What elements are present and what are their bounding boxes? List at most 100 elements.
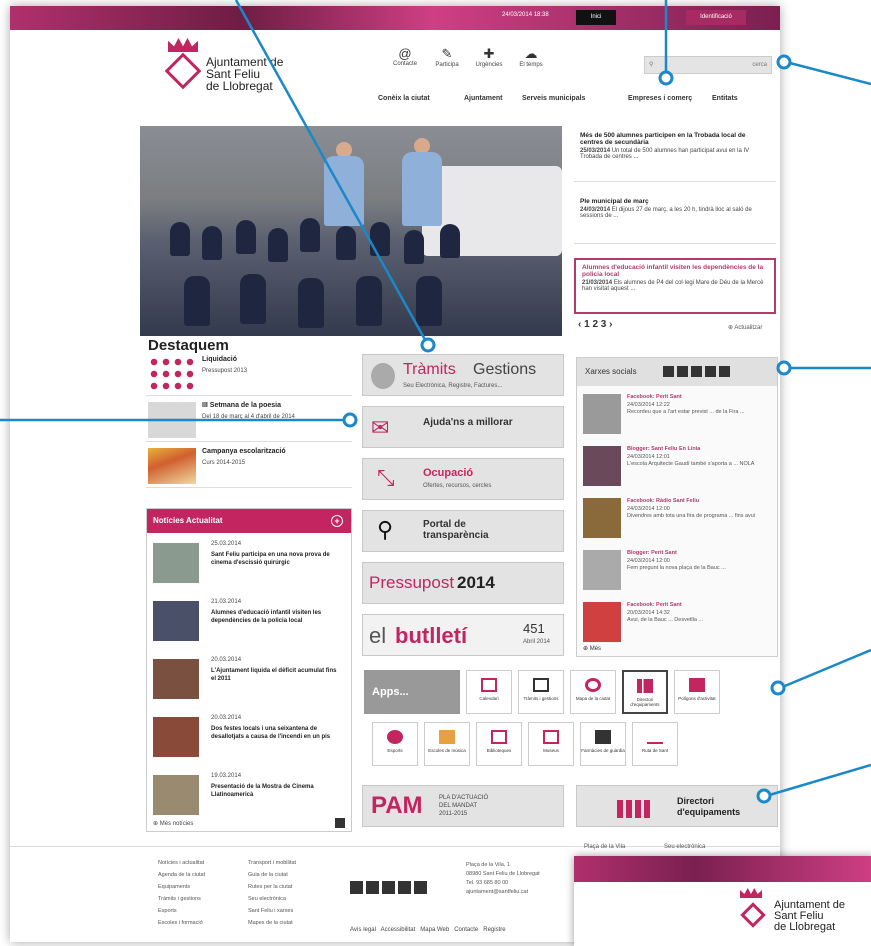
youtube-icon[interactable] xyxy=(398,881,411,894)
tramits-banner[interactable]: Tràmits Gestions Seu Electrònica, Regist… xyxy=(362,354,564,396)
inset-preview: Plaça de la Vila Seu electrònica Ajuntam… xyxy=(574,844,871,946)
search-button[interactable]: cerca xyxy=(752,57,767,73)
butlleti-banner[interactable]: el butlletí 451 Abril 2014 xyxy=(362,614,564,656)
pam-banner[interactable]: PAM PLA D'ACTUACIÓ DEL MANDAT 2011-2015 xyxy=(362,785,564,827)
search-icon[interactable] xyxy=(335,818,345,828)
pam-title: PAM xyxy=(371,792,423,819)
refresh-link[interactable]: ⊕ Actualitzar xyxy=(728,324,762,331)
app-calendari[interactable]: Calendari xyxy=(466,670,512,714)
plus-icon[interactable]: + xyxy=(331,515,343,527)
xarxes-header: Xarxes socials xyxy=(577,358,777,386)
ocupacio-banner[interactable]: ⤡ Ocupació Ofertes, recursos, cercles xyxy=(362,458,564,500)
butlleti-el: el xyxy=(369,623,387,648)
directori-banner[interactable]: Directori d'equipaments xyxy=(576,785,778,827)
footer-link[interactable]: Mapes de la ciutat xyxy=(248,917,296,929)
pressupost-banner[interactable]: Pressupost 2014 xyxy=(362,562,564,604)
social-thumb xyxy=(583,394,621,434)
destaquem-item[interactable]: Liquidació Pressupost 2013 xyxy=(146,354,352,396)
music-icon xyxy=(439,730,455,744)
more-news-link[interactable]: ⊕ Més notícies xyxy=(153,818,345,828)
nav-icon-temps[interactable]: ☁ El temps xyxy=(512,46,550,68)
footer-link[interactable]: Sant Feliu i xarxes xyxy=(248,905,296,917)
app-farmacies[interactable]: Farmàcies de guàrdia xyxy=(580,722,626,766)
nav-icon-label: Participa xyxy=(435,62,459,68)
app-tramits[interactable]: Tràmits i gestions xyxy=(518,670,564,714)
facebook-icon[interactable] xyxy=(663,366,674,377)
app-label: Mapa de la ciutat xyxy=(575,696,611,701)
footer-link[interactable]: Escoles i formació xyxy=(158,917,205,929)
youtube-icon[interactable] xyxy=(705,366,716,377)
footer-link[interactable]: Rutes per la ciutat xyxy=(248,881,296,893)
footer-link[interactable]: Guia de la ciutat xyxy=(248,869,296,881)
footer-link[interactable]: Seu electrònica xyxy=(248,893,296,905)
footer-link[interactable]: Esports xyxy=(158,905,205,917)
search-input[interactable]: ⚲ cerca xyxy=(644,56,772,74)
footer-link[interactable]: Tràmits i gestions xyxy=(158,893,205,905)
noticia-item[interactable]: 25.03.2014 Sant Feliu participa en una no… xyxy=(153,539,345,589)
footer-link[interactable]: Transport i mobilitat xyxy=(248,857,296,869)
social-item[interactable]: Facebook: Perit Sant 24/03/2014 12:22 Reco… xyxy=(583,390,771,440)
register-button[interactable]: Identificació xyxy=(686,10,746,25)
facebook-icon[interactable] xyxy=(350,881,363,894)
nav-icon-label: Urgències xyxy=(475,62,503,68)
nav-icon-contacte[interactable]: @ Contacte xyxy=(386,46,424,67)
twitter-icon[interactable] xyxy=(677,366,688,377)
child xyxy=(236,220,256,254)
noticia-item[interactable]: 19.03.2014 Presentació de la Mostra de Ci… xyxy=(153,771,345,821)
social-item[interactable]: Facebook: Perit Sant 20/03/2014 14:32 Avui… xyxy=(583,598,771,648)
app-directori[interactable]: Directori d'equipaments xyxy=(622,670,668,714)
noticia-item[interactable]: 20.03.2014 L'Ajuntament liquida el dèfici… xyxy=(153,655,345,705)
blog-icon[interactable] xyxy=(719,366,730,377)
site-logo[interactable]: Ajuntament de Sant Feliu de Llobregat xyxy=(206,56,283,92)
nav-icon-participa[interactable]: ✎ Participa xyxy=(428,46,466,68)
book-icon xyxy=(491,730,507,744)
noticies-panel: Notícies Actualitat + 25.03.2014 Sant Feli… xyxy=(146,508,352,832)
nav-ajuntament[interactable]: Ajuntament xyxy=(464,95,503,102)
login-button[interactable]: Inici xyxy=(576,10,616,25)
shield-icon xyxy=(740,902,766,928)
pam-line: 2011-2015 xyxy=(439,811,468,817)
nav-empreses[interactable]: Empreses i comerç xyxy=(628,95,692,102)
social-item[interactable]: Blogger: Sant Feliu En Línia 24/03/2014 1… xyxy=(583,442,771,492)
news-item-active[interactable]: Alumnes d'educació infantil visiten les … xyxy=(574,258,776,314)
nav-icon-urgencies[interactable]: ✚ Urgències xyxy=(470,46,508,68)
app-musica[interactable]: Escoles de música xyxy=(424,722,470,766)
hand-icon xyxy=(371,363,395,389)
footer-link[interactable]: Accessibilitat xyxy=(381,927,416,933)
blog-icon[interactable] xyxy=(414,881,427,894)
person xyxy=(324,156,364,226)
footer-link[interactable]: Notícies i actualitat xyxy=(158,857,205,869)
news-item[interactable]: Ple municipal de març 24/03/2014 El dijo… xyxy=(574,194,776,244)
app-ruta[interactable]: Ruta de Sant xyxy=(632,722,678,766)
app-poligons[interactable]: Polígons d'activitat xyxy=(674,670,720,714)
weather-icon: ☁ xyxy=(524,46,538,61)
social-item[interactable]: Facebook: Ràdio Sant Feliu 24/03/2014 12:… xyxy=(583,494,771,544)
flickr-icon[interactable] xyxy=(691,366,702,377)
nav-conec-ciutat[interactable]: Conèix la ciutat xyxy=(378,95,430,102)
nav-serveis[interactable]: Serveis municipals xyxy=(522,95,585,102)
twitter-icon[interactable] xyxy=(366,881,379,894)
nav-entitats[interactable]: Entitats xyxy=(712,95,738,102)
footer-link[interactable]: Equipaments xyxy=(158,881,205,893)
noticia-item[interactable]: 21.03.2014 Alumnes d'educació infantil vi… xyxy=(153,597,345,647)
footer-link[interactable]: Agenda de la ciutat xyxy=(158,869,205,881)
social-item[interactable]: Blogger: Perit Sant 24/03/2014 12:00 Fem p… xyxy=(583,546,771,596)
app-esports[interactable]: Esports xyxy=(372,722,418,766)
footer-link[interactable]: Contacte xyxy=(454,927,478,933)
footer-link[interactable]: Registre xyxy=(483,927,505,933)
hero-photo[interactable] xyxy=(140,126,562,336)
footer-link[interactable]: Mapa Web xyxy=(420,927,449,933)
footer-link[interactable]: Avís legal xyxy=(350,927,376,933)
app-mapa[interactable]: Mapa de la ciutat xyxy=(570,670,616,714)
app-museus[interactable]: Museus xyxy=(528,722,574,766)
destaquem-item[interactable]: Campanya escolarització Curs 2014-2015 xyxy=(146,446,352,488)
noticia-item[interactable]: 20.03.2014 Dos festes locals i una seixan… xyxy=(153,713,345,763)
news-item[interactable]: Més de 500 alumnes participen en la Trob… xyxy=(574,128,776,182)
transparencia-banner[interactable]: ⚲ Portal de transparència xyxy=(362,510,564,552)
destaquem-item[interactable]: III Setmana de la poesia Del 18 de març … xyxy=(146,400,352,442)
news-pager[interactable]: ‹ 1 2 3 › xyxy=(578,319,612,330)
flickr-icon[interactable] xyxy=(382,881,395,894)
social-more-link[interactable]: ⊕ Més xyxy=(583,645,601,652)
ajuda-banner[interactable]: ✉ Ajuda'ns a millorar xyxy=(362,406,564,448)
app-biblioteques[interactable]: Biblioteques xyxy=(476,722,522,766)
